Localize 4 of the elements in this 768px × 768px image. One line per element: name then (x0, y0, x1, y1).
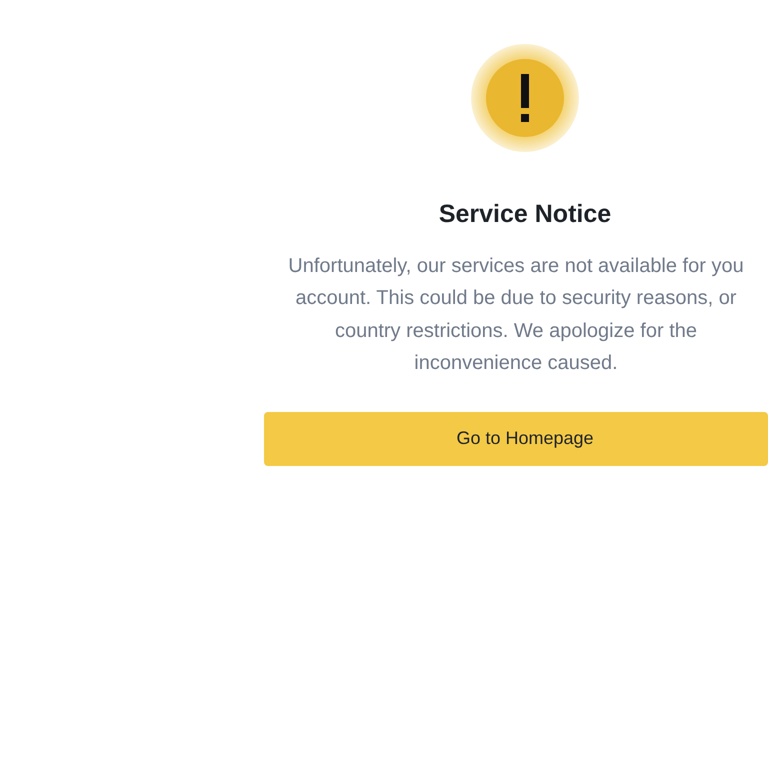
notice-message: Unfortunately, our services are not available for you account. This could be due to security reasons, or country restrictions. We apologize for the inconvenience caused. (288, 254, 744, 376)
notice-title: Service Notice (438, 199, 612, 230)
warning-icon (471, 44, 579, 152)
homepage-button[interactable]: Go to Homepage (264, 412, 768, 466)
